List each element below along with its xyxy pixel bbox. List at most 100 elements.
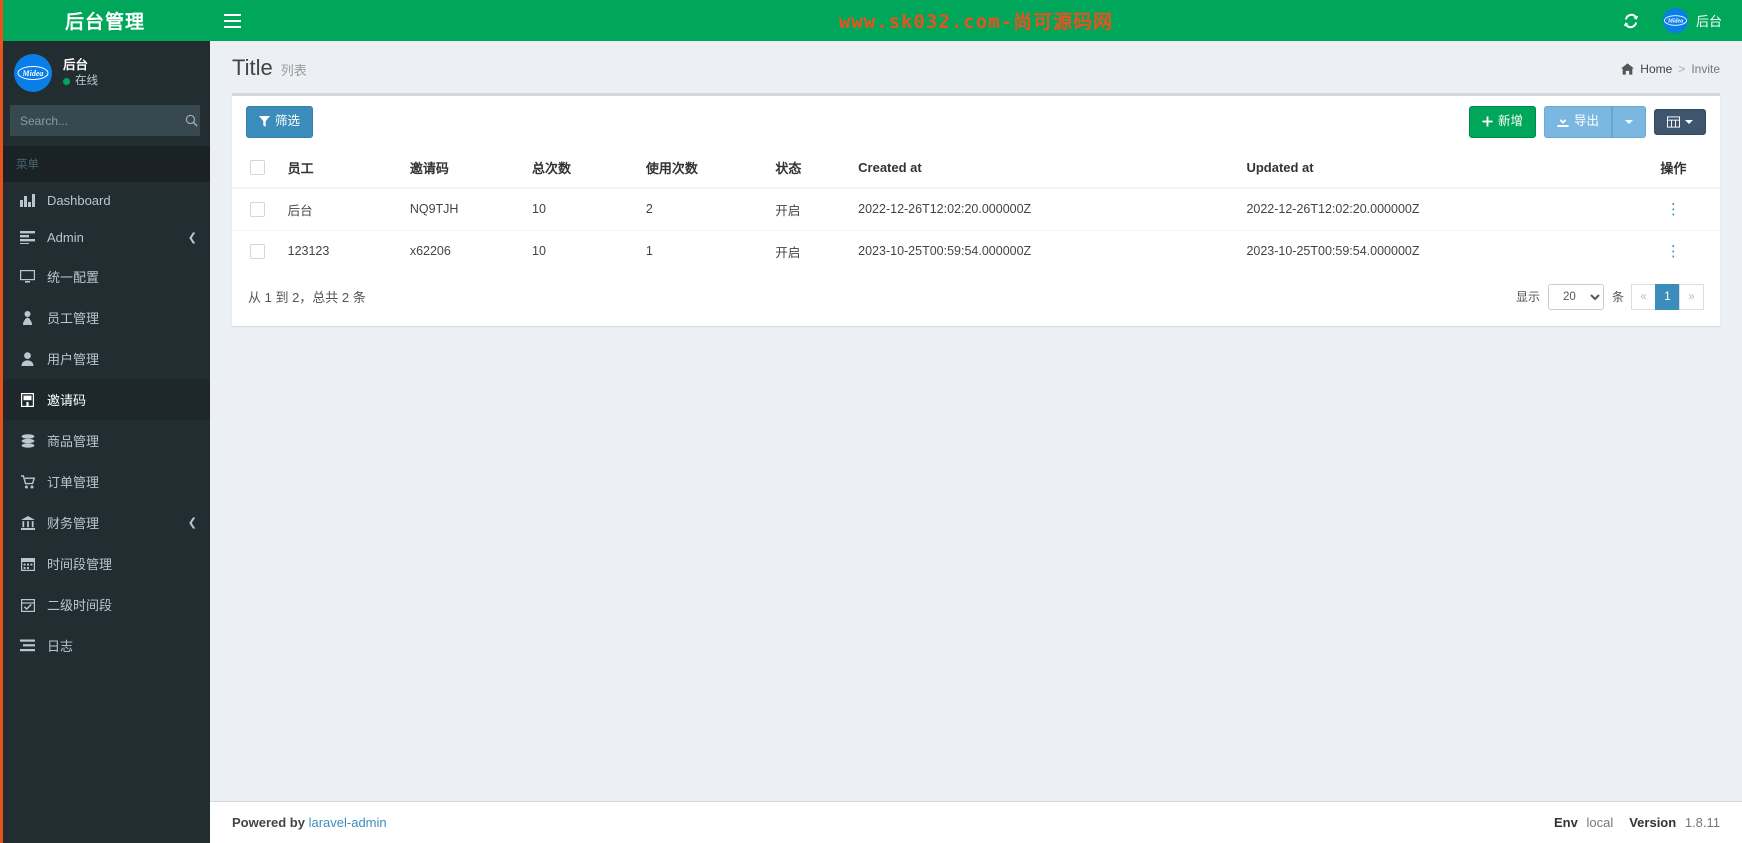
- calendar-icon: [19, 557, 36, 571]
- sidebar-item-3[interactable]: 员工管理: [0, 297, 210, 338]
- sidebar-item-10[interactable]: 二级时间段: [0, 584, 210, 625]
- table-head: 员工 邀请码 总次数 使用次数 状态 Created at Updated at…: [232, 147, 1720, 189]
- th-employee[interactable]: 员工: [279, 147, 402, 189]
- search-button[interactable]: [184, 106, 199, 135]
- sidebar-item-link[interactable]: 员工管理: [0, 297, 210, 338]
- download-icon: [1557, 115, 1569, 127]
- sidebar-item-6[interactable]: 商品管理: [0, 420, 210, 461]
- sidebar-user-panel: Midea 后台 在线: [0, 41, 210, 105]
- sidebar-item-label: 订单管理: [47, 475, 100, 490]
- pager-next[interactable]: »: [1679, 283, 1704, 310]
- th-invite-code[interactable]: 邀请码: [401, 147, 524, 189]
- search-input[interactable]: [11, 113, 184, 128]
- row-checkbox[interactable]: [250, 201, 265, 217]
- sidebar-search-wrap: [0, 105, 210, 146]
- sidebar-item-8[interactable]: 财务管理 ❮: [0, 502, 210, 543]
- sidebar-item-9[interactable]: 时间段管理: [0, 543, 210, 584]
- export-button[interactable]: 导出: [1543, 106, 1612, 138]
- sidebar-item-link[interactable]: 邀请码: [0, 379, 210, 420]
- th-total-count[interactable]: 总次数: [524, 147, 638, 189]
- sidebar-item-link[interactable]: 订单管理: [0, 461, 210, 502]
- breadcrumb-current: Invite: [1691, 62, 1720, 76]
- add-new-button-label: 新增: [1497, 114, 1523, 128]
- search-icon: [185, 114, 198, 127]
- navbar-user-name: 后台: [1695, 14, 1722, 29]
- row-select-cell: [232, 229, 280, 272]
- th-select-all: [232, 147, 280, 189]
- table-row: 后台 NQ9TJH 10 2 开启 2022-12-26T12:02:20.000000Z…: [232, 187, 1720, 230]
- kebab-menu-icon[interactable]: ⋮: [1666, 243, 1681, 260]
- grid-toolbar: 筛选 新增 导出: [232, 96, 1720, 148]
- sidebar-item-1[interactable]: Admin ❮: [0, 219, 210, 256]
- left-edge-strip: [0, 0, 3, 843]
- sidebar-item-link[interactable]: 用户管理: [0, 338, 210, 379]
- midea-logo-icon: Midea: [16, 56, 50, 90]
- grid-footer: 从 1 到 2，总共 2 条 显示 10203050100 条 « 1 »: [232, 272, 1720, 326]
- cell-invite-code: x62206: [401, 229, 524, 272]
- filter-button[interactable]: 筛选: [246, 106, 314, 138]
- laravel-admin-link[interactable]: laravel-admin: [309, 815, 387, 830]
- bank-icon: [19, 515, 36, 530]
- row-checkbox[interactable]: [250, 243, 265, 259]
- sidebar-user-status-label: 在线: [75, 74, 98, 87]
- sidebar-item-label: 邀请码: [47, 393, 87, 408]
- desktop-icon: [19, 270, 36, 283]
- sidebar-item-4[interactable]: 用户管理: [0, 338, 210, 379]
- pager-prev[interactable]: «: [1631, 283, 1656, 310]
- th-status[interactable]: 状态: [767, 147, 851, 189]
- sidebar-item-link[interactable]: 统一配置: [0, 256, 210, 297]
- sidebar-item-2[interactable]: 统一配置: [0, 256, 210, 297]
- column-selector-button[interactable]: [1654, 108, 1706, 135]
- sidebar-item-7[interactable]: 订单管理: [0, 461, 210, 502]
- online-dot-icon: [63, 77, 70, 85]
- sidebar-item-link[interactable]: 商品管理: [0, 420, 210, 461]
- sidebar-item-link[interactable]: 财务管理 ❮: [0, 502, 210, 543]
- refresh-button[interactable]: [1609, 0, 1653, 41]
- select-all-checkbox[interactable]: [250, 160, 265, 176]
- th-used-count[interactable]: 使用次数: [637, 147, 768, 189]
- sidebar-item-link[interactable]: 日志: [0, 625, 210, 666]
- midea-logo-icon: Midea: [1662, 8, 1688, 33]
- sidebar-item-5[interactable]: 邀请码: [0, 379, 210, 420]
- content-header: Title 列表 Home > Invite: [210, 41, 1742, 93]
- page-title: Title: [232, 55, 273, 80]
- add-new-button[interactable]: 新增: [1468, 106, 1536, 138]
- powered-by: Powered by laravel-admin: [232, 815, 387, 830]
- pagination-controls: 显示 10203050100 条 « 1 »: [1516, 283, 1704, 310]
- sidebar-user-status: 在线: [63, 74, 98, 90]
- per-page-select[interactable]: 10203050100: [1547, 283, 1604, 310]
- page-subtitle: 列表: [280, 63, 307, 78]
- sidebar-item-11[interactable]: 日志: [0, 625, 210, 666]
- list-icon: [19, 231, 36, 244]
- sidebar-item-link[interactable]: 时间段管理: [0, 543, 210, 584]
- sidebar-search-box[interactable]: [10, 105, 200, 136]
- user-icon: [19, 351, 36, 366]
- cell-status: 开启: [767, 229, 851, 272]
- breadcrumb-home-link[interactable]: Home: [1640, 62, 1672, 76]
- sidebar-item-0[interactable]: Dashboard: [0, 182, 210, 219]
- sidebar-item-link[interactable]: Dashboard: [0, 182, 210, 219]
- pager-page-1[interactable]: 1: [1655, 283, 1680, 310]
- pagination-summary: 从 1 到 2，总共 2 条: [248, 290, 366, 305]
- export-dropdown-toggle[interactable]: [1612, 106, 1646, 138]
- th-created-at[interactable]: Created at: [850, 147, 1239, 189]
- th-updated-at[interactable]: Updated at: [1238, 147, 1627, 189]
- cell-used-count: 1: [637, 229, 768, 272]
- plus-icon: [1482, 116, 1493, 127]
- kebab-menu-icon[interactable]: ⋮: [1666, 201, 1681, 218]
- navbar-user-menu[interactable]: Midea 后台: [1653, 0, 1728, 41]
- home-icon: [1621, 63, 1635, 75]
- sidebar-item-link[interactable]: Admin ❮: [0, 219, 210, 256]
- sidebar-logo[interactable]: 后台管理: [0, 0, 210, 41]
- th-actions: 操作: [1626, 147, 1720, 189]
- cart-icon: [19, 474, 36, 489]
- sidebar-item-link[interactable]: 二级时间段: [0, 584, 210, 625]
- env-label: Env: [1554, 815, 1578, 830]
- cell-status: 开启: [767, 187, 851, 230]
- sidebar-user-info: 后台 在线: [63, 57, 98, 89]
- sidebar-user-name: 后台: [63, 57, 89, 72]
- refresh-icon: [1623, 13, 1639, 28]
- cell-total-count: 10: [524, 229, 638, 272]
- sidebar-toggle-button[interactable]: [210, 0, 254, 41]
- sidebar-item-label: Dashboard: [47, 193, 111, 208]
